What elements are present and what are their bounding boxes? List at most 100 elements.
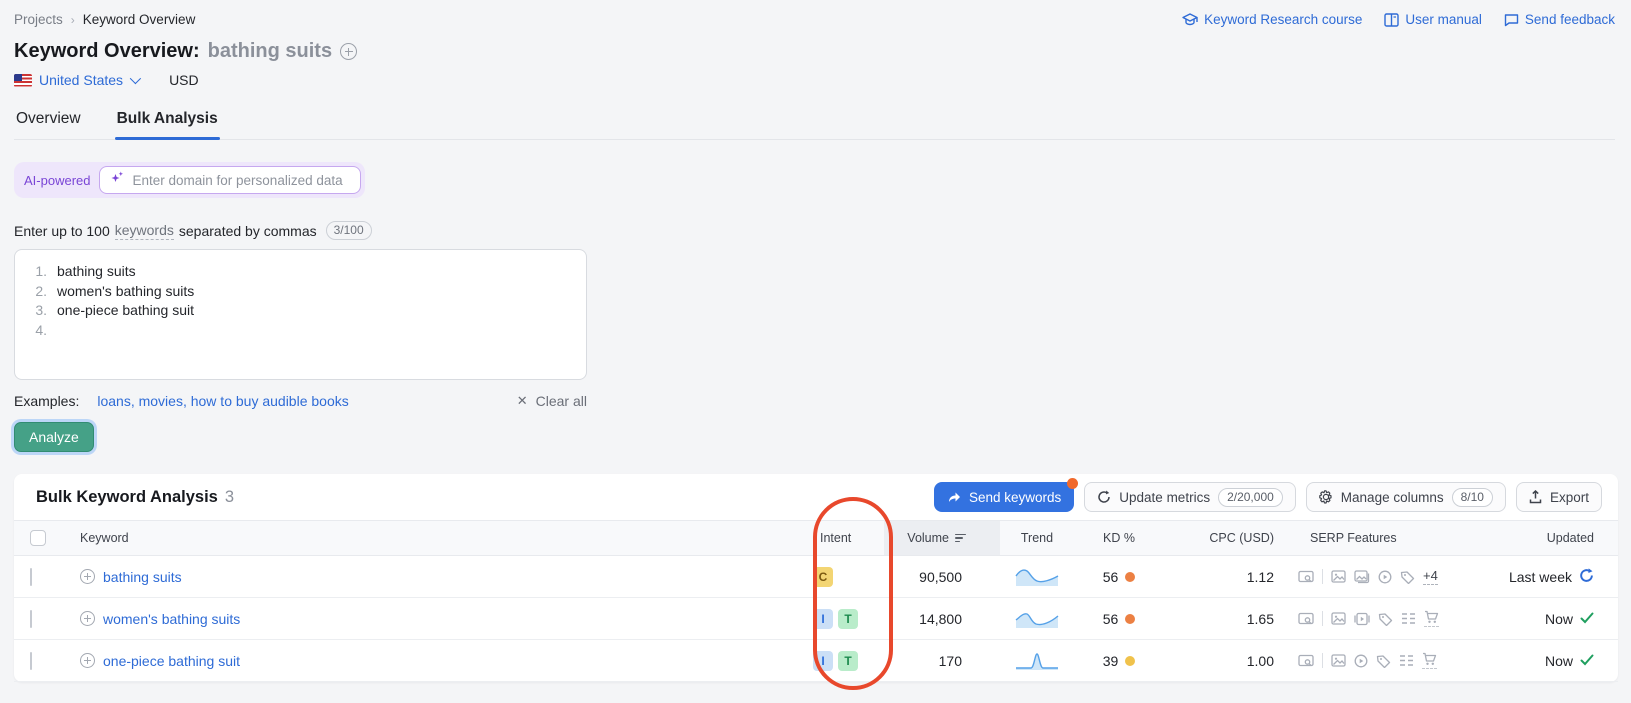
col-updated[interactable]: Updated bbox=[1446, 531, 1618, 545]
chevron-down-icon[interactable] bbox=[130, 73, 141, 84]
divider bbox=[1322, 569, 1323, 584]
image-icon[interactable] bbox=[1331, 570, 1346, 583]
sitelinks-icon[interactable] bbox=[1399, 654, 1414, 667]
video-carousel-icon[interactable] bbox=[1354, 612, 1370, 626]
clear-all-button[interactable]: ✕ Clear all bbox=[517, 393, 587, 409]
image-pack-icon[interactable] bbox=[1354, 570, 1370, 584]
entry-label: Enter up to 100 keywords separated by co… bbox=[14, 221, 1615, 240]
add-to-list-icon[interactable] bbox=[80, 569, 95, 584]
export-button[interactable]: Export bbox=[1516, 482, 1602, 512]
row-checkbox[interactable] bbox=[30, 610, 32, 628]
table-row: bathing suits C 90,500 56 1.12 +4 Last bbox=[14, 556, 1618, 598]
close-icon: ✕ bbox=[517, 393, 528, 409]
trend-sparkline bbox=[1000, 609, 1074, 629]
breadcrumb-chevron-icon: › bbox=[71, 13, 75, 27]
serp-preview-icon[interactable] bbox=[1298, 570, 1314, 584]
refresh-now-icon[interactable] bbox=[1579, 568, 1594, 586]
domain-input-wrap bbox=[99, 166, 361, 194]
kd-value: 56 bbox=[1103, 569, 1119, 585]
user-manual-link[interactable]: User manual bbox=[1384, 12, 1482, 27]
keyword-link[interactable]: one-piece bathing suit bbox=[103, 653, 240, 669]
intent-badge-transactional[interactable]: T bbox=[838, 651, 858, 671]
serp-more-features[interactable]: +4 bbox=[1423, 568, 1438, 585]
keyword-overview-page: Projects › Keyword Overview Keyword Rese… bbox=[0, 0, 1631, 703]
check-icon bbox=[1580, 611, 1594, 627]
intent-badge-informational[interactable]: I bbox=[813, 609, 833, 629]
shopping-ads-icon[interactable] bbox=[1422, 652, 1437, 669]
col-cpc[interactable]: CPC (USD) bbox=[1164, 531, 1274, 545]
col-volume[interactable]: Volume bbox=[884, 521, 1000, 555]
video-icon[interactable] bbox=[1354, 654, 1368, 668]
serp-preview-icon[interactable] bbox=[1298, 612, 1314, 626]
intent-badge-commercial[interactable]: C bbox=[813, 567, 833, 587]
tag-icon[interactable] bbox=[1378, 612, 1393, 626]
tag-icon[interactable] bbox=[1400, 570, 1415, 584]
tab-bulk-analysis[interactable]: Bulk Analysis bbox=[115, 104, 220, 139]
domain-input[interactable] bbox=[132, 173, 350, 188]
tab-bar: Overview Bulk Analysis bbox=[14, 104, 1615, 140]
table-header-row: Keyword Intent Volume Trend KD % CPC (US… bbox=[14, 520, 1618, 556]
send-keywords-button[interactable]: Send keywords bbox=[934, 482, 1074, 512]
video-icon[interactable] bbox=[1378, 570, 1392, 584]
divider bbox=[1322, 653, 1323, 668]
export-icon bbox=[1529, 490, 1542, 504]
analyze-button[interactable]: Analyze bbox=[14, 422, 94, 452]
card-count: 3 bbox=[225, 488, 234, 507]
row-checkbox[interactable] bbox=[30, 652, 32, 670]
topbar: Projects › Keyword Overview Keyword Rese… bbox=[14, 12, 1615, 27]
keyword-link[interactable]: bathing suits bbox=[103, 569, 182, 585]
cpc-value: 1.65 bbox=[1164, 611, 1274, 627]
page-title: Keyword Overview: bbox=[14, 40, 200, 63]
image-icon[interactable] bbox=[1331, 654, 1346, 667]
col-trend[interactable]: Trend bbox=[1000, 531, 1074, 545]
cpc-value: 1.12 bbox=[1164, 569, 1274, 585]
tag-icon[interactable] bbox=[1376, 654, 1391, 668]
intent-badge-transactional[interactable]: T bbox=[838, 609, 858, 629]
serp-preview-icon[interactable] bbox=[1298, 654, 1314, 668]
notification-dot bbox=[1067, 478, 1078, 489]
keyword-research-course-link[interactable]: Keyword Research course bbox=[1182, 12, 1362, 27]
keywords-textarea[interactable]: 1. bathing suits 2. women's bathing suit… bbox=[14, 249, 587, 380]
breadcrumb: Projects › Keyword Overview bbox=[14, 12, 195, 27]
tab-overview[interactable]: Overview bbox=[14, 104, 83, 139]
top-links: Keyword Research course User manual Send… bbox=[1182, 12, 1615, 27]
breadcrumb-current: Keyword Overview bbox=[83, 12, 196, 27]
table-row: one-piece bathing suit I T 170 39 1.00 bbox=[14, 640, 1618, 682]
col-intent[interactable]: Intent bbox=[802, 531, 884, 545]
update-metrics-button[interactable]: Update metrics 2/20,000 bbox=[1084, 482, 1296, 512]
image-icon[interactable] bbox=[1331, 612, 1346, 625]
location-row: United States USD bbox=[14, 72, 1615, 88]
book-icon bbox=[1384, 13, 1399, 27]
line-number: 1. bbox=[29, 262, 47, 282]
add-to-list-icon[interactable] bbox=[80, 611, 95, 626]
send-feedback-link[interactable]: Send feedback bbox=[1504, 12, 1615, 27]
update-metrics-counter: 2/20,000 bbox=[1218, 488, 1283, 507]
sitelinks-icon[interactable] bbox=[1401, 612, 1416, 625]
col-serp-features[interactable]: SERP Features bbox=[1274, 531, 1446, 545]
select-all-checkbox[interactable] bbox=[30, 530, 46, 546]
keyword-link[interactable]: women's bathing suits bbox=[103, 611, 240, 627]
serp-features bbox=[1274, 610, 1446, 627]
add-keyword-icon[interactable] bbox=[340, 43, 357, 60]
refresh-icon bbox=[1097, 490, 1111, 504]
check-icon bbox=[1580, 653, 1594, 669]
trend-sparkline bbox=[1000, 651, 1074, 671]
row-checkbox[interactable] bbox=[30, 568, 32, 586]
keyword-line: 3. one-piece bathing suit bbox=[29, 301, 572, 321]
breadcrumb-projects[interactable]: Projects bbox=[14, 12, 63, 27]
col-keyword[interactable]: Keyword bbox=[60, 531, 802, 545]
keywords-term[interactable]: keywords bbox=[115, 222, 174, 240]
volume-value: 14,800 bbox=[884, 611, 1000, 627]
shopping-ads-icon[interactable] bbox=[1424, 610, 1439, 627]
manage-columns-button[interactable]: Manage columns 8/10 bbox=[1306, 482, 1506, 512]
bulk-analysis-card: Bulk Keyword Analysis 3 Send keywords Up… bbox=[14, 474, 1618, 682]
intent-badge-informational[interactable]: I bbox=[813, 651, 833, 671]
country-selector[interactable]: United States bbox=[39, 72, 123, 88]
card-title: Bulk Keyword Analysis bbox=[36, 488, 218, 507]
col-kd[interactable]: KD % bbox=[1074, 531, 1164, 545]
updated-value: Now bbox=[1545, 653, 1573, 669]
line-text: women's bathing suits bbox=[57, 282, 194, 302]
serp-features: +4 bbox=[1274, 568, 1446, 585]
add-to-list-icon[interactable] bbox=[80, 653, 95, 668]
examples-link[interactable]: loans, movies, how to buy audible books bbox=[97, 393, 348, 409]
